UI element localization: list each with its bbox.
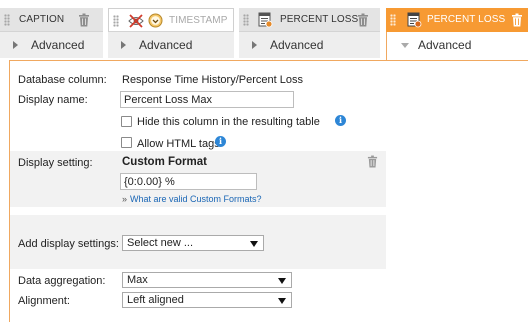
column-tab-percent-loss[interactable]: PERCENT LOSS Advanced [239, 8, 380, 58]
advanced-toggle[interactable]: Advanced [239, 32, 380, 58]
display-name-label: Display name: [18, 94, 88, 106]
advanced-label: Advanced [139, 38, 193, 52]
column-tab-timestamp[interactable]: TIMESTAMP Advanced [108, 8, 234, 58]
raquo-icon: » [122, 194, 128, 204]
info-icon[interactable]: i [215, 136, 226, 147]
display-setting-label: Display setting: [18, 157, 93, 169]
dropdown-arrow-icon[interactable] [278, 278, 286, 284]
add-display-settings-select[interactable]: Select new ... [122, 235, 264, 251]
drag-grip-icon[interactable] [390, 14, 396, 26]
alignment-select[interactable]: Left aligned [122, 292, 292, 308]
data-aggregation-select[interactable]: Max [122, 272, 292, 288]
hide-column-label: Hide this column in the resulting table [137, 116, 320, 128]
collapse-arrow-icon[interactable] [401, 43, 409, 48]
custom-format-input[interactable] [120, 173, 257, 190]
hide-column-checkbox[interactable] [121, 116, 132, 127]
dropdown-arrow-icon[interactable] [250, 241, 258, 247]
drag-grip-icon[interactable] [243, 14, 249, 26]
tab-title: PERCENT LOSS [427, 14, 506, 25]
custom-formats-help-link[interactable]: » What are valid Custom Formats? [122, 194, 262, 204]
advanced-label: Advanced [31, 38, 85, 52]
column-tab-percent-loss-active[interactable]: PERCENT LOSS Advanced [386, 8, 528, 60]
alignment-label: Alignment: [18, 295, 70, 307]
tab-header[interactable]: PERCENT LOSS [386, 8, 528, 32]
advanced-label: Advanced [418, 38, 472, 52]
data-aggregation-label: Data aggregation: [18, 275, 106, 287]
advanced-toggle[interactable]: Advanced [108, 32, 234, 58]
hidden-eye-icon[interactable] [128, 13, 144, 29]
dropdown-arrow-icon[interactable] [278, 298, 286, 304]
database-column-value: Response Time History/Percent Loss [122, 74, 303, 86]
advanced-toggle[interactable]: Advanced [0, 32, 103, 58]
column-tab-caption[interactable]: CAPTION Advanced [0, 8, 103, 58]
trash-icon[interactable] [511, 13, 523, 27]
allow-html-label: Allow HTML tags [137, 138, 220, 150]
display-name-input[interactable] [120, 91, 294, 108]
info-icon[interactable]: i [335, 115, 346, 126]
advanced-toggle[interactable]: Advanced [386, 32, 528, 60]
trash-icon[interactable] [357, 13, 369, 27]
clock-icon [148, 13, 163, 28]
advanced-label: Advanced [270, 38, 324, 52]
trash-icon[interactable] [78, 13, 90, 27]
drag-grip-icon[interactable] [113, 15, 119, 27]
tab-header[interactable]: TIMESTAMP [108, 8, 234, 32]
allow-html-checkbox[interactable] [121, 137, 132, 148]
expand-arrow-icon[interactable] [121, 41, 126, 49]
expand-arrow-icon[interactable] [252, 41, 257, 49]
trash-icon[interactable] [367, 155, 378, 168]
tab-header[interactable]: CAPTION [0, 8, 103, 32]
drag-grip-icon[interactable] [4, 14, 10, 26]
tab-title: PERCENT LOSS [280, 14, 359, 25]
column-settings-panel: Database column: Response Time History/P… [9, 60, 528, 322]
table-settings-icon [407, 12, 422, 28]
custom-format-heading: Custom Format [122, 156, 207, 168]
tab-header[interactable]: PERCENT LOSS [239, 8, 380, 32]
tab-title: TIMESTAMP [169, 15, 228, 26]
expand-arrow-icon[interactable] [13, 41, 18, 49]
add-display-settings-label: Add display settings: [18, 238, 119, 250]
tab-title: CAPTION [19, 14, 65, 25]
database-column-label: Database column: [18, 74, 107, 86]
table-settings-icon [258, 12, 273, 28]
